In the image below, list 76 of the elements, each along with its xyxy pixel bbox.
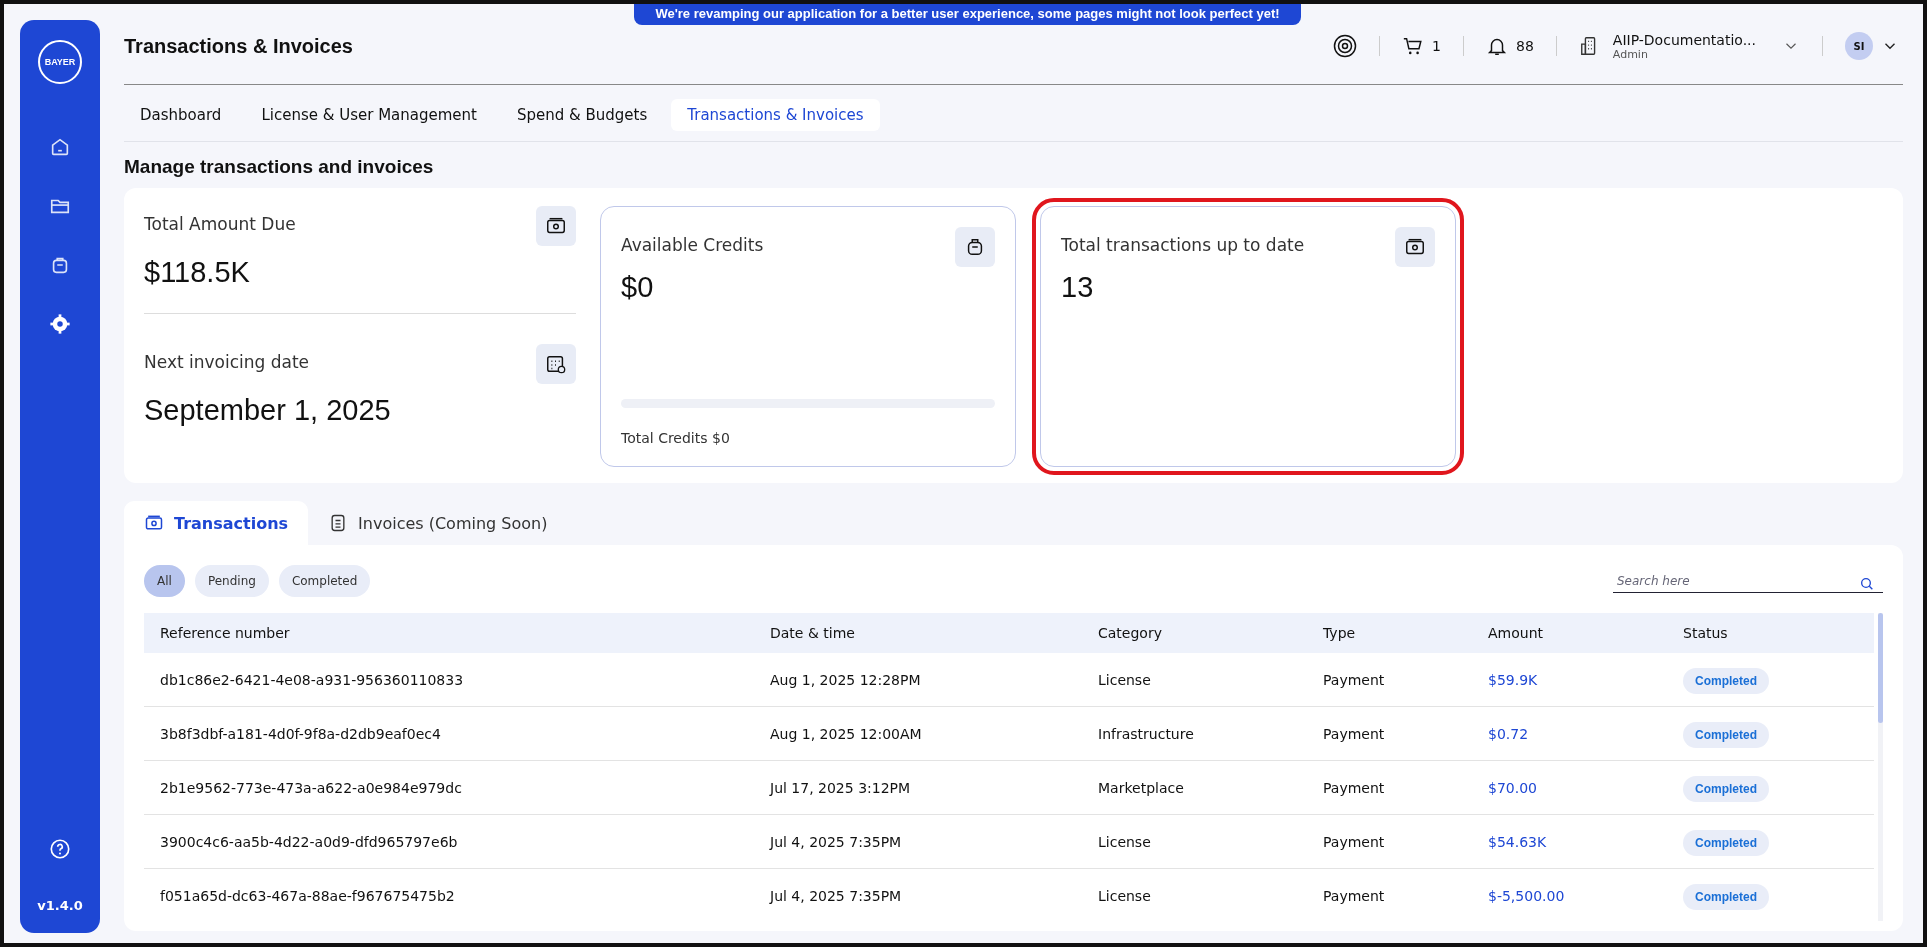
column-header: Amount <box>1487 625 1544 641</box>
announcement-banner: We're revamping our application for a better user experience, some pages might not look perfect yet! <box>634 4 1301 25</box>
date-cell-text: Jul 17, 2025 3:12PM <box>768 779 912 796</box>
notification-count: 88 <box>1516 38 1534 54</box>
stat-label: Next invoicing date <box>144 352 310 372</box>
amount-cell-text: $59.9K <box>1487 671 1539 688</box>
date-cell-text: Aug 1, 2025 12:28PM <box>769 671 922 688</box>
section-tab[interactable]: Invoices (Coming Soon) <box>308 501 568 545</box>
logo-badge: BAYER <box>38 40 82 84</box>
settings-icon[interactable] <box>49 313 71 335</box>
category-cell-text: Marketplace <box>1097 779 1185 796</box>
amount-cell-text: $70.00 <box>1487 779 1538 796</box>
column-header: Status <box>1682 625 1729 641</box>
bag-icon <box>955 227 995 267</box>
date-cell-text: Jul 4, 2025 7:35PM <box>768 833 903 850</box>
reference-cell-text: 2b1e9562-773e-473a-a622-a0e984e979dc <box>159 779 463 796</box>
date-cell-text: Aug 1, 2025 12:00AM <box>769 725 923 742</box>
reference-cell-text: 3b8f3dbf-a181-4d0f-9f8a-d2db9eaf0ec4 <box>159 725 442 742</box>
status-badge: Completed <box>1683 829 1769 856</box>
stat-value: $0 <box>621 271 655 304</box>
calendar-icon <box>536 344 576 384</box>
version-label: v1.4.0 <box>37 898 83 913</box>
section-tab[interactable]: Transactions <box>124 501 309 545</box>
amount-cell-text: $54.63K <box>1487 833 1548 850</box>
type-cell-text: Payment <box>1322 725 1386 742</box>
cart-count: 1 <box>1432 38 1441 54</box>
type-cell-text: Payment <box>1322 671 1386 688</box>
user-avatar[interactable]: SI <box>1845 32 1873 60</box>
stat-value: $118.5K <box>144 256 251 289</box>
role-label: Admin <box>1612 47 1649 61</box>
search-icon[interactable] <box>1859 575 1875 592</box>
search-field[interactable]: Search here <box>1613 569 1883 593</box>
stat-label: Total Amount Due <box>144 214 296 234</box>
category-cell-text: Infrastructure <box>1097 725 1195 742</box>
reference-cell-text: db1c86e2-6421-4e08-a931-956360110833 <box>159 671 465 688</box>
column-header: Date & time <box>769 625 856 641</box>
stat-value: 13 <box>1061 271 1095 304</box>
category-cell-text: License <box>1097 671 1152 688</box>
money-icon <box>1395 227 1435 267</box>
nav-tab[interactable]: License & User Management <box>245 99 493 131</box>
status-badge: Completed <box>1683 883 1769 910</box>
money-icon <box>144 513 164 533</box>
section-heading: Manage transactions and invoices <box>124 156 435 178</box>
category-cell-text: License <box>1097 887 1152 904</box>
stat-label: Total transactions up to date <box>1061 235 1305 255</box>
organization-name: AIIP-Documentatio... <box>1612 31 1756 48</box>
stat-label: Available Credits <box>621 235 764 255</box>
home-icon[interactable] <box>49 136 71 158</box>
total-credits-label: Total Credits $0 <box>621 430 731 446</box>
filter-chip[interactable]: Pending <box>194 565 269 597</box>
stat-value: September 1, 2025 <box>144 394 392 427</box>
status-badge: Completed <box>1683 775 1769 802</box>
reference-cell-text: f051a65d-dc63-467a-88ae-f967675475b2 <box>159 887 456 904</box>
status-badge: Completed <box>1683 721 1769 748</box>
column-header: Category <box>1097 625 1163 641</box>
type-cell-text: Payment <box>1322 887 1386 904</box>
filter-chip[interactable]: Completed <box>278 565 371 597</box>
amount-cell-text: $0.72 <box>1487 725 1530 742</box>
date-cell-text: Jul 4, 2025 7:35PM <box>768 887 903 904</box>
money-icon <box>536 206 576 246</box>
nav-tab[interactable]: Transactions & Invoices <box>671 99 880 131</box>
type-cell-text: Payment <box>1322 779 1386 796</box>
filter-chip[interactable]: All <box>144 565 185 597</box>
type-cell-text: Payment <box>1322 833 1386 850</box>
nav-tab[interactable]: Dashboard <box>124 99 238 131</box>
help-icon[interactable] <box>49 838 71 860</box>
scrollbar[interactable] <box>1878 613 1883 921</box>
category-cell-text: License <box>1097 833 1152 850</box>
column-header: Type <box>1322 625 1357 641</box>
cart-icon[interactable] <box>1402 35 1425 57</box>
column-header: Reference number <box>159 625 291 641</box>
page-title: Transactions & Invoices <box>124 34 353 58</box>
nav-tab[interactable]: Spend & Budgets <box>500 99 664 131</box>
reference-cell-text: 3900c4c6-aa5b-4d22-a0d9-dfd965797e6b <box>159 833 459 850</box>
status-badge: Completed <box>1683 667 1769 694</box>
amount-cell-text: $-5,500.00 <box>1487 887 1566 904</box>
